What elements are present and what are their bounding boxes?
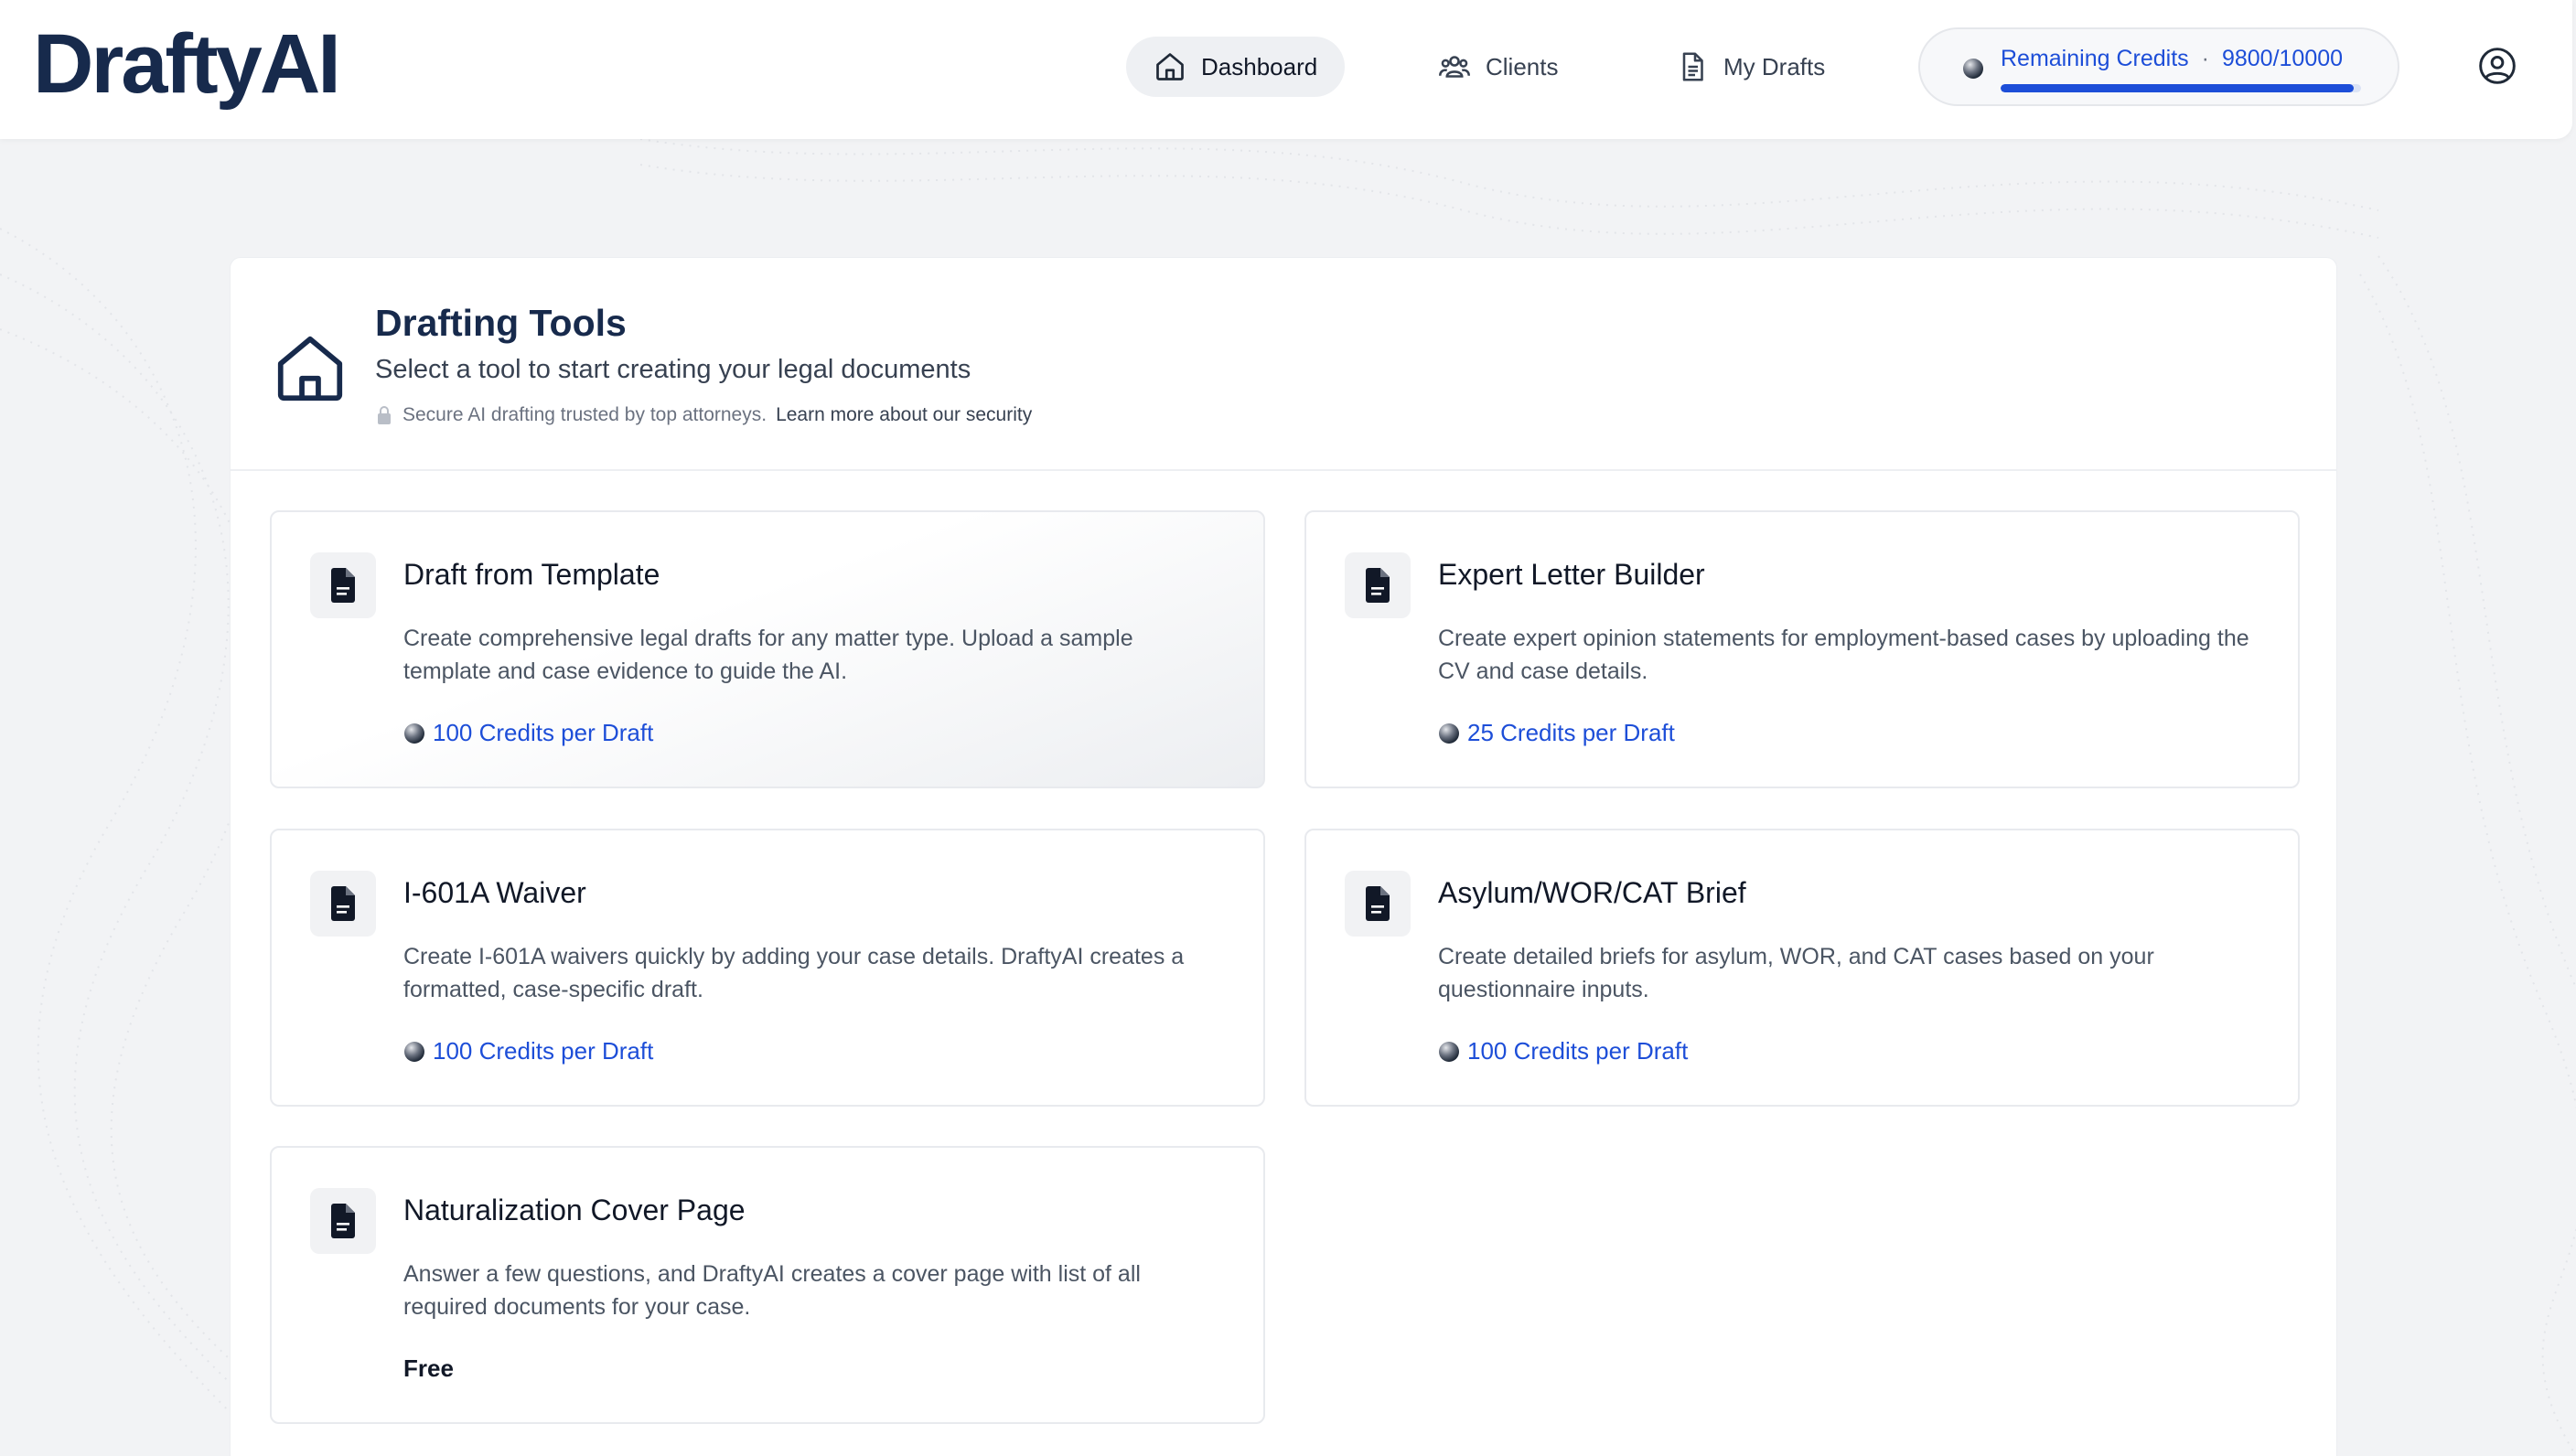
credits-label: Remaining Credits — [2001, 46, 2189, 71]
tool-card-description: Create detailed briefs for asylum, WOR, … — [1438, 944, 2154, 1002]
panel-header: Drafting Tools Select a tool to start cr… — [231, 258, 2336, 471]
doc-tile — [1345, 552, 1411, 618]
home-icon — [277, 336, 343, 401]
tool-card-cost-label: 100 Credits per Draft — [1467, 1037, 1689, 1065]
credits-progress-bar — [2001, 84, 2361, 92]
doc-tile — [310, 1188, 376, 1254]
tool-card-cost: 25 Credits per Draft — [1438, 719, 1675, 747]
tool-card-cost: 100 Credits per Draft — [403, 1037, 653, 1065]
page-subtitle: Select a tool to start creating your leg… — [375, 355, 971, 384]
tool-card-expert-letter-builder[interactable]: Expert Letter Builder Create expert opin… — [1304, 510, 2300, 788]
top-navigation-bar: DraftyAI Dashboard Clients My Drafts Rem… — [0, 0, 2572, 139]
app-logo[interactable]: DraftyAI — [33, 16, 341, 112]
tool-card-cost: 100 Credits per Draft — [1438, 1037, 1688, 1065]
nav-item-dashboard[interactable]: Dashboard — [1126, 37, 1346, 97]
home-icon — [1156, 53, 1184, 80]
coin-icon — [404, 723, 424, 744]
coin-icon — [404, 1041, 424, 1062]
lock-icon — [378, 406, 391, 424]
users-icon — [1438, 56, 1471, 78]
tool-card-title: Asylum/WOR/CAT Brief — [1438, 876, 1746, 909]
security-learn-more-link[interactable]: Learn more about our security — [776, 404, 1032, 426]
tool-card-cost: 100 Credits per Draft — [403, 719, 653, 747]
document-icon — [1682, 52, 1703, 81]
coin-icon — [1439, 1041, 1459, 1062]
credits-label-row: Remaining Credits · 9800/10000 — [2001, 46, 2343, 72]
security-note: Secure AI drafting trusted by top attorn… — [375, 404, 1032, 426]
tool-card-i601a-waiver[interactable]: I-601A Waiver Create I-601A waivers quic… — [270, 829, 1265, 1107]
tool-card-cost-label: 25 Credits per Draft — [1467, 719, 1675, 746]
drafting-tools-panel: Drafting Tools Select a tool to start cr… — [230, 257, 2337, 1456]
page-title: Drafting Tools — [375, 302, 627, 344]
tool-card-description: Create comprehensive legal drafts for an… — [403, 626, 1133, 684]
nav-item-label: My Drafts — [1723, 52, 1826, 80]
tool-card-description: Create I-601A waivers quickly by adding … — [403, 944, 1185, 1002]
tool-card-description: Answer a few questions, and DraftyAI cre… — [403, 1261, 1141, 1320]
nav-item-label: Clients — [1486, 52, 1559, 80]
tool-card-cost-label: Free — [403, 1354, 454, 1382]
document-icon — [331, 1204, 355, 1238]
tool-card-title: Expert Letter Builder — [1438, 558, 1705, 591]
document-icon — [331, 568, 355, 603]
credits-separator: · — [2201, 46, 2209, 71]
tool-card-cost-label: 100 Credits per Draft — [433, 719, 654, 746]
tool-card-cost-label: 100 Credits per Draft — [433, 1037, 654, 1065]
nav-item-my-drafts[interactable]: My Drafts — [1648, 37, 1852, 97]
doc-tile — [310, 552, 376, 618]
tool-card-title: Naturalization Cover Page — [403, 1194, 746, 1226]
remaining-credits-indicator[interactable]: Remaining Credits · 9800/10000 — [1918, 27, 2399, 106]
tool-card-title: I-601A Waiver — [403, 876, 586, 909]
tool-card-naturalization-cover-page[interactable]: Naturalization Cover Page Answer a few q… — [270, 1146, 1265, 1424]
coin-icon — [1439, 723, 1459, 744]
document-icon — [331, 886, 355, 921]
credits-value: 9800/10000 — [2221, 46, 2344, 71]
nav-item-clients[interactable]: Clients — [1411, 37, 1585, 97]
tool-card-description: Create expert opinion statements for emp… — [1438, 626, 2249, 684]
tool-card-cost: Free — [403, 1354, 454, 1383]
document-icon — [1366, 886, 1390, 921]
doc-tile — [310, 871, 376, 937]
tool-card-draft-from-template[interactable]: Draft from Template Create comprehensive… — [270, 510, 1265, 788]
document-icon — [1366, 568, 1390, 603]
credits-progress-fill — [2001, 84, 2355, 92]
coin-icon — [1963, 59, 1983, 79]
doc-tile — [1345, 871, 1411, 937]
tool-card-title: Draft from Template — [403, 558, 660, 591]
user-circle-icon[interactable] — [2477, 46, 2517, 86]
security-text: Secure AI drafting trusted by top attorn… — [402, 404, 767, 425]
nav-item-label: Dashboard — [1201, 52, 1318, 80]
tool-card-asylum-wor-cat-brief[interactable]: Asylum/WOR/CAT Brief Create detailed bri… — [1304, 829, 2300, 1107]
